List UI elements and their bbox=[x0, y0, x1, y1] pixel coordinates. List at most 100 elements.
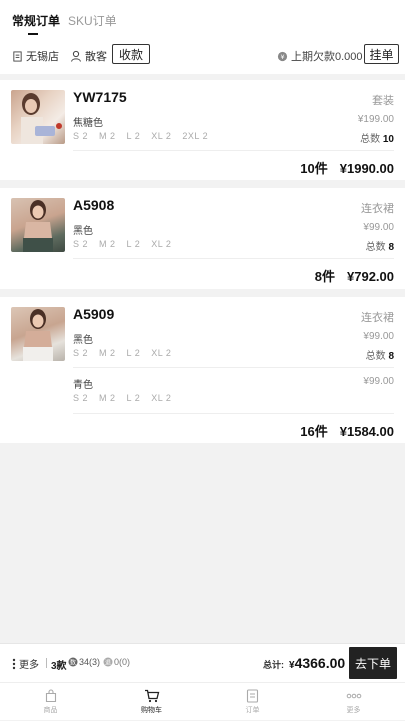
divider bbox=[73, 413, 394, 414]
bottom-navigation: 商品 购物车 订单 更多 bbox=[0, 682, 405, 720]
item-summary: 8件 ¥792.00 bbox=[303, 266, 394, 285]
size-qty: S 2 bbox=[73, 393, 89, 403]
divider bbox=[73, 150, 394, 151]
hold-order-button[interactable]: 挂单 bbox=[364, 44, 399, 64]
size-qty: XL 2 bbox=[151, 131, 172, 141]
variant-color: 焦糖色 bbox=[73, 118, 103, 129]
return-count: 退 0(0) bbox=[103, 657, 130, 667]
variant-sizes: S 2 M 2 L 2 XL 2 bbox=[73, 393, 182, 403]
vertical-dots-icon bbox=[12, 658, 16, 669]
count-b: 0(0) bbox=[114, 657, 131, 667]
svg-text:¥: ¥ bbox=[280, 52, 284, 60]
user-icon bbox=[71, 50, 81, 62]
size-qty: L 2 bbox=[126, 348, 141, 358]
svg-text:退: 退 bbox=[105, 659, 111, 667]
size-qty: S 2 bbox=[73, 239, 89, 249]
size-qty: L 2 bbox=[126, 239, 141, 249]
variant-sizes: S 2 M 2 L 2 XL 2 bbox=[73, 239, 182, 249]
return-badge-icon: 退 bbox=[103, 657, 113, 667]
item-amount: ¥1584.00 bbox=[339, 424, 394, 439]
order-list-icon bbox=[246, 689, 259, 703]
variant-price: ¥99.00 bbox=[363, 376, 394, 387]
size-qty: M 2 bbox=[99, 131, 116, 141]
cart-icon bbox=[144, 689, 159, 703]
total-count: 10 bbox=[382, 134, 394, 145]
collect-payment-button[interactable]: 收款 bbox=[112, 44, 150, 64]
more-options[interactable]: 更多 bbox=[12, 656, 39, 671]
item-quantity: 10件 bbox=[300, 161, 328, 176]
size-qty: S 2 bbox=[73, 131, 89, 141]
store-label: 无锡店 bbox=[26, 51, 59, 63]
nav-goods[interactable]: 商品 bbox=[0, 683, 101, 721]
item-amount: ¥792.00 bbox=[347, 269, 394, 284]
item-summary: 16件 ¥1584.00 bbox=[288, 421, 394, 440]
variant-total: 总数 10 bbox=[360, 130, 394, 145]
cart-item-card[interactable]: A5909 连衣裙 黑色 ¥99.00 S 2 M 2 L 2 XL 2 总数 8 青… bbox=[0, 297, 405, 443]
tab-active-indicator bbox=[28, 33, 38, 35]
variant-color: 黑色 bbox=[73, 335, 93, 346]
item-quantity: 16件 bbox=[300, 424, 328, 439]
size-qty: M 2 bbox=[99, 393, 116, 403]
nav-label: 更多 bbox=[346, 707, 361, 714]
size-qty: XL 2 bbox=[151, 239, 172, 249]
last-debt-text: 上期欠款0.000 bbox=[291, 51, 363, 63]
cart-item-card[interactable]: YW7175 套装 焦糖色 ¥199.00 S 2 M 2 L 2 XL 2 2XL 2… bbox=[0, 80, 405, 180]
total-count: 8 bbox=[388, 242, 394, 253]
nav-label: 购物车 bbox=[141, 707, 162, 714]
count-a: 34(3) bbox=[79, 657, 101, 667]
customer-label: 散客 bbox=[85, 51, 107, 63]
variant-total: 总数 8 bbox=[366, 347, 394, 362]
product-code: A5908 bbox=[73, 197, 115, 213]
style-count: 3款 bbox=[51, 661, 67, 672]
tab-regular-orders[interactable]: 常规订单 bbox=[12, 12, 60, 29]
variant-color: 黑色 bbox=[73, 226, 93, 237]
coin-icon: ¥ bbox=[277, 51, 288, 61]
place-order-button[interactable]: 去下单 bbox=[349, 647, 397, 679]
nav-orders[interactable]: 订单 bbox=[202, 683, 303, 721]
size-qty: 2XL 2 bbox=[182, 131, 209, 141]
more-label: 更多 bbox=[19, 660, 39, 671]
variant-price: ¥99.00 bbox=[363, 222, 394, 233]
product-thumbnail bbox=[11, 90, 65, 144]
document-icon bbox=[13, 50, 22, 62]
ellipsis-icon bbox=[346, 693, 361, 699]
total-label: 总数 bbox=[360, 134, 381, 145]
variant-sizes: S 2 M 2 L 2 XL 2 bbox=[73, 348, 182, 358]
count-badge-icon: 数 bbox=[68, 657, 78, 667]
shopping-bag-icon bbox=[45, 689, 56, 703]
tab-sku-orders[interactable]: SKU订单 bbox=[68, 12, 117, 29]
divider bbox=[73, 367, 394, 368]
total-label: 总计: bbox=[263, 660, 284, 670]
divider bbox=[73, 258, 394, 259]
nav-more[interactable]: 更多 bbox=[303, 683, 404, 721]
customer-selector[interactable]: 散客 bbox=[70, 48, 107, 64]
header: 常规订单 SKU订单 无锡店 散客 收款 ¥ 上期欠款0.000 挂单 bbox=[0, 0, 405, 74]
svg-text:数: 数 bbox=[70, 659, 76, 667]
size-qty: L 2 bbox=[126, 393, 141, 403]
nav-label: 订单 bbox=[245, 707, 260, 714]
grand-total: ¥4366.00 bbox=[289, 655, 345, 673]
nav-label: 商品 bbox=[43, 707, 58, 714]
variant-color: 青色 bbox=[73, 380, 93, 391]
store-selector[interactable]: 无锡店 bbox=[12, 48, 59, 64]
item-summary: 10件 ¥1990.00 bbox=[288, 158, 394, 177]
item-quantity: 8件 bbox=[314, 269, 335, 284]
size-qty: M 2 bbox=[99, 348, 116, 358]
variant-price: ¥99.00 bbox=[363, 331, 394, 342]
variant-sizes: S 2 M 2 L 2 XL 2 2XL 2 bbox=[73, 131, 219, 141]
nav-cart[interactable]: 购物车 bbox=[101, 683, 202, 721]
cart-item-card[interactable]: A5908 连衣裙 黑色 ¥99.00 S 2 M 2 L 2 XL 2 总数 8 8… bbox=[0, 188, 405, 289]
separator bbox=[46, 658, 47, 668]
product-thumbnail bbox=[11, 198, 65, 252]
product-code: A5909 bbox=[73, 306, 115, 322]
total-label: 总数 bbox=[365, 242, 386, 253]
total-count: 8 bbox=[388, 351, 394, 362]
product-category: 套装 bbox=[372, 95, 394, 107]
last-period-debt: ¥ 上期欠款0.000 bbox=[277, 48, 363, 64]
total-label: 总数 bbox=[365, 351, 386, 362]
size-qty: L 2 bbox=[126, 131, 141, 141]
variant-price: ¥199.00 bbox=[357, 114, 394, 125]
product-thumbnail bbox=[11, 307, 65, 361]
size-qty: XL 2 bbox=[151, 393, 172, 403]
item-amount: ¥1990.00 bbox=[339, 161, 394, 176]
